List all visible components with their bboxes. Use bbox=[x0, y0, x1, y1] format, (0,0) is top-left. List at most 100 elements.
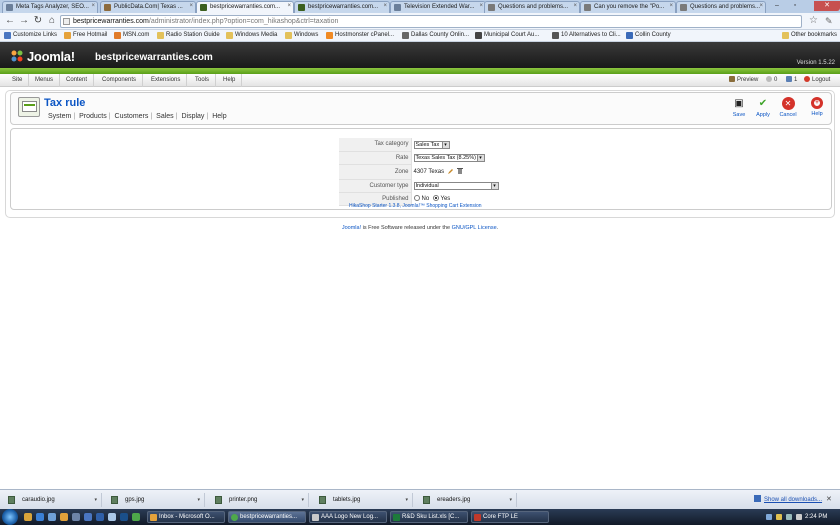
browser-tab[interactable]: Meta Tags Analyzer, SEO... × bbox=[2, 1, 98, 13]
bookmark-item[interactable]: Collin County bbox=[626, 31, 671, 40]
close-tab-icon[interactable]: × bbox=[669, 2, 673, 11]
download-item[interactable]: printer.png ▾ bbox=[209, 493, 309, 507]
taskbar-button[interactable]: Core FTP LE bbox=[471, 511, 549, 523]
submenu-help[interactable]: Help bbox=[210, 113, 228, 120]
quicklaunch-icon[interactable] bbox=[72, 513, 80, 521]
download-item[interactable]: caraudio.jpg ▾ bbox=[2, 493, 102, 507]
menu-help[interactable]: Help bbox=[217, 74, 243, 87]
close-tab-icon[interactable]: × bbox=[573, 2, 577, 11]
messages-count[interactable]: 0 bbox=[766, 74, 777, 87]
hikashop-credit-link[interactable]: HikaShop Starter 1.3.8, Joomla!™ Shoppin… bbox=[349, 203, 482, 209]
chevron-down-icon[interactable]: ▾ bbox=[405, 493, 408, 507]
quicklaunch-icon[interactable] bbox=[84, 513, 92, 521]
gpl-license-link[interactable]: GNU/GPL License bbox=[452, 225, 497, 231]
close-tab-icon[interactable]: × bbox=[189, 2, 193, 11]
address-bar[interactable]: bestpricewarranties.com/administrator/in… bbox=[60, 15, 802, 28]
bookmark-item[interactable]: 10 Alternatives to Cli... bbox=[552, 31, 621, 40]
submenu-customers[interactable]: Customers bbox=[113, 113, 151, 120]
apply-button[interactable]: ✔ Apply bbox=[752, 97, 774, 118]
quicklaunch-icon[interactable] bbox=[96, 513, 104, 521]
bookmark-item[interactable]: Radio Station Guide bbox=[157, 31, 220, 40]
download-item[interactable]: gps.jpg ▾ bbox=[105, 493, 205, 507]
clock[interactable]: 2:24 PM bbox=[805, 509, 827, 525]
volume-icon[interactable] bbox=[796, 514, 802, 520]
joomla-link[interactable]: Joomla! bbox=[342, 225, 361, 231]
bookmark-item[interactable]: Windows Media bbox=[226, 31, 277, 40]
quicklaunch-icon[interactable] bbox=[120, 513, 128, 521]
menu-tools[interactable]: Tools bbox=[189, 74, 217, 87]
help-button[interactable]: + Help bbox=[806, 97, 828, 117]
bookmark-item[interactable]: Free Hotmail bbox=[64, 31, 107, 40]
taskbar-button[interactable]: R&D Sku List.xls [C... bbox=[390, 511, 468, 523]
browser-tab[interactable]: Questions and problems... × bbox=[484, 1, 580, 13]
download-item[interactable]: tablets.jpg ▾ bbox=[313, 493, 413, 507]
chevron-down-icon[interactable]: ▾ bbox=[301, 493, 304, 507]
chevron-down-icon[interactable]: ▾ bbox=[94, 493, 97, 507]
quicklaunch-icon[interactable] bbox=[60, 513, 68, 521]
menu-extensions[interactable]: Extensions bbox=[145, 74, 188, 87]
bookmark-item[interactable]: Windows bbox=[285, 31, 318, 40]
menu-site[interactable]: Site bbox=[6, 74, 30, 87]
submenu-products[interactable]: Products bbox=[77, 113, 109, 120]
ie-icon[interactable] bbox=[36, 513, 44, 521]
taskbar-button[interactable]: Inbox - Microsoft O... bbox=[147, 511, 225, 523]
close-tab-icon[interactable]: × bbox=[479, 2, 483, 11]
minimize-window-icon[interactable]: – bbox=[768, 1, 786, 11]
back-arrow-icon[interactable]: ← bbox=[4, 15, 16, 27]
users-count[interactable]: 1 bbox=[786, 74, 797, 87]
start-button[interactable] bbox=[2, 509, 18, 525]
customer-type-select[interactable]: Individual ▾ bbox=[413, 181, 499, 190]
submenu-sales[interactable]: Sales bbox=[154, 113, 176, 120]
close-window-icon[interactable]: ✕ bbox=[814, 1, 840, 11]
bookmark-item[interactable]: MSN.com bbox=[114, 31, 149, 40]
bookmark-item[interactable]: Municipal Court Au... bbox=[475, 31, 539, 40]
wrench-menu-icon[interactable]: ✎ bbox=[825, 15, 833, 27]
tax-category-select[interactable]: Sales Tax ▾ bbox=[413, 140, 450, 149]
bookmark-item[interactable]: Hostmonster cPanel... bbox=[326, 31, 394, 40]
cancel-button[interactable]: ✕ Cancel bbox=[777, 97, 799, 118]
close-shelf-icon[interactable]: ✕ bbox=[826, 493, 832, 507]
tray-icon[interactable] bbox=[776, 514, 782, 520]
quicklaunch-icon[interactable] bbox=[48, 513, 56, 521]
browser-tab[interactable]: Questions and problems... × bbox=[676, 1, 766, 13]
home-icon[interactable]: ⌂ bbox=[46, 15, 58, 27]
show-all-downloads-link[interactable]: Show all downloads... bbox=[754, 493, 822, 507]
menu-components[interactable]: Components bbox=[96, 74, 144, 87]
reload-icon[interactable]: ↻ bbox=[32, 15, 44, 27]
bookmark-star-icon[interactable]: ☆ bbox=[809, 15, 818, 27]
quicklaunch-icon[interactable] bbox=[108, 513, 116, 521]
chevron-down-icon[interactable]: ▾ bbox=[197, 493, 200, 507]
preview-link[interactable]: Preview bbox=[729, 74, 758, 87]
published-yes-radio[interactable] bbox=[432, 195, 439, 201]
browser-tab[interactable]: bestpricewarranties.com... × bbox=[294, 1, 390, 13]
quicklaunch-icon[interactable] bbox=[24, 513, 32, 521]
published-no-radio[interactable] bbox=[413, 195, 420, 201]
rate-select[interactable]: Texas Sales Tax (8.25%) ▾ bbox=[413, 153, 485, 162]
restore-window-icon[interactable]: ▫ bbox=[786, 1, 804, 11]
browser-tab[interactable]: PublicData.Com| Texas ... × bbox=[100, 1, 196, 13]
close-tab-icon[interactable]: × bbox=[91, 2, 95, 11]
save-button[interactable]: ▣ Save bbox=[728, 97, 750, 118]
bookmark-item[interactable]: Dallas County Onlin... bbox=[402, 31, 469, 40]
browser-tab-active[interactable]: bestpricewarranties.com... × bbox=[196, 1, 294, 13]
browser-tab[interactable]: Can you remove the "Po... × bbox=[580, 1, 676, 13]
quicklaunch-icon[interactable] bbox=[132, 513, 140, 521]
network-icon[interactable] bbox=[786, 514, 792, 520]
logout-link[interactable]: Logout bbox=[804, 74, 830, 87]
menu-content[interactable]: Content bbox=[60, 74, 95, 87]
submenu-display[interactable]: Display bbox=[179, 113, 206, 120]
download-item[interactable]: ereaders.jpg ▾ bbox=[417, 493, 517, 507]
tray-icon[interactable] bbox=[766, 514, 772, 520]
close-tab-icon[interactable]: × bbox=[383, 2, 387, 11]
forward-arrow-icon[interactable]: → bbox=[18, 15, 30, 27]
browser-tab[interactable]: Television Extended War... × bbox=[390, 1, 486, 13]
delete-trash-icon[interactable] bbox=[457, 168, 464, 174]
menu-menus[interactable]: Menus bbox=[29, 74, 61, 87]
chevron-down-icon[interactable]: ▾ bbox=[509, 493, 512, 507]
bookmark-item[interactable]: Customize Links bbox=[4, 31, 57, 40]
close-tab-icon[interactable]: × bbox=[287, 2, 291, 11]
submenu-system[interactable]: System bbox=[46, 113, 73, 120]
taskbar-button-active[interactable]: bestpricewarranties... bbox=[228, 511, 306, 523]
edit-pencil-icon[interactable] bbox=[447, 168, 454, 174]
other-bookmarks[interactable]: Other bookmarks bbox=[781, 31, 837, 40]
